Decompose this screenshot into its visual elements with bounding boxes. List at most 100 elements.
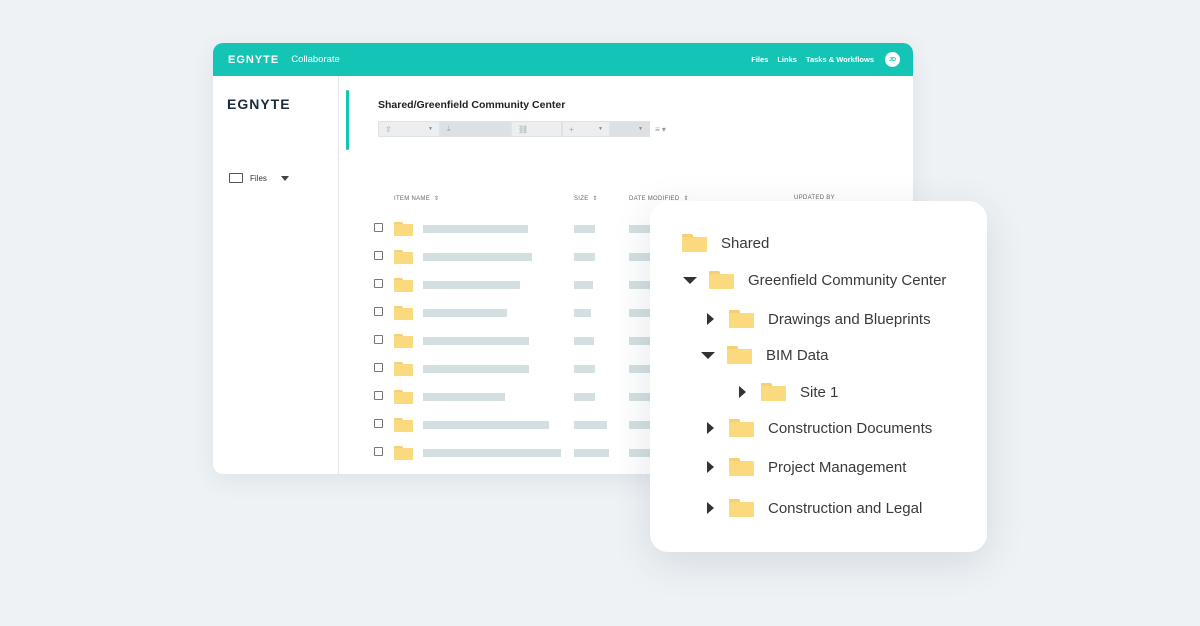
tree-item[interactable]: Shared bbox=[682, 231, 769, 255]
expand-arrow-down-icon[interactable] bbox=[701, 348, 715, 362]
item-name-placeholder bbox=[423, 393, 505, 401]
tree-item-label: Greenfield Community Center bbox=[748, 271, 947, 289]
sort-icon: ⇕ bbox=[434, 196, 440, 202]
row-checkbox[interactable] bbox=[374, 279, 383, 288]
folder-icon bbox=[682, 234, 707, 252]
top-nav: Files Links Tasks & Workflows JD bbox=[751, 52, 900, 67]
item-name-placeholder bbox=[423, 225, 528, 233]
folder-icon bbox=[394, 222, 413, 236]
size-placeholder bbox=[574, 449, 609, 457]
folder-icon bbox=[394, 306, 413, 320]
folder-icon bbox=[727, 346, 752, 364]
sidebar-logo: EGNYTE bbox=[227, 96, 291, 112]
sidebar-item-files[interactable]: Files bbox=[229, 173, 289, 183]
expand-arrow-right-icon[interactable] bbox=[703, 501, 717, 515]
upload-button[interactable]: ⇪ ▼ bbox=[378, 121, 440, 137]
expand-arrow-right-icon[interactable] bbox=[703, 460, 717, 474]
row-checkbox[interactable] bbox=[374, 223, 383, 232]
nav-links[interactable]: Links bbox=[777, 55, 797, 64]
expand-arrow-right-icon[interactable] bbox=[703, 421, 717, 435]
link-button[interactable]: ⛓ bbox=[511, 121, 562, 137]
folder-icon bbox=[729, 310, 754, 328]
item-name-placeholder bbox=[423, 253, 532, 261]
tree-item[interactable]: Construction Documents bbox=[703, 416, 932, 440]
top-bar: EGNYTE Collaborate Files Links Tasks & W… bbox=[213, 43, 913, 76]
size-placeholder bbox=[574, 393, 595, 401]
chevron-down-icon: ▼ bbox=[598, 126, 603, 132]
size-placeholder bbox=[574, 253, 595, 261]
sidebar-item-label: Files bbox=[250, 173, 267, 183]
item-name-placeholder bbox=[423, 449, 561, 457]
row-checkbox[interactable] bbox=[374, 307, 383, 316]
folder-icon bbox=[394, 334, 413, 348]
tree-item-label: BIM Data bbox=[766, 346, 829, 364]
plus-icon: + bbox=[569, 124, 574, 134]
nav-tasks-workflows[interactable]: Tasks & Workflows bbox=[806, 55, 874, 64]
list-view-icon[interactable]: ≡ ▾ bbox=[655, 125, 666, 134]
folder-icon bbox=[229, 173, 243, 183]
size-placeholder bbox=[574, 309, 591, 317]
row-checkbox[interactable] bbox=[374, 419, 383, 428]
size-placeholder bbox=[574, 281, 593, 289]
row-checkbox[interactable] bbox=[374, 363, 383, 372]
app-name[interactable]: Collaborate bbox=[291, 54, 340, 65]
folder-icon bbox=[394, 278, 413, 292]
folder-icon bbox=[394, 362, 413, 376]
toolbar: ⇪ ▼ ⤓ ⛓ + ▼ ▼ ≡ ▾ bbox=[378, 121, 666, 137]
tree-item-label: Drawings and Blueprints bbox=[768, 310, 931, 328]
tree-item-label: Construction Documents bbox=[768, 419, 933, 437]
folder-icon bbox=[729, 419, 754, 437]
tree-item-label: Project Management bbox=[768, 458, 907, 476]
expand-arrow-right-icon[interactable] bbox=[735, 385, 749, 399]
folder-icon bbox=[394, 250, 413, 264]
folder-icon bbox=[394, 446, 413, 460]
item-name-placeholder bbox=[423, 281, 520, 289]
size-placeholder bbox=[574, 337, 594, 345]
upload-icon: ⇪ bbox=[385, 124, 392, 134]
item-name-placeholder bbox=[423, 365, 529, 373]
folder-icon bbox=[761, 383, 786, 401]
link-icon: ⛓ bbox=[518, 124, 529, 134]
sort-icon: ⇕ bbox=[592, 196, 598, 202]
size-placeholder bbox=[574, 365, 595, 373]
item-name-placeholder bbox=[423, 421, 549, 429]
column-header-size[interactable]: SIZE ⇕ bbox=[574, 195, 598, 202]
tree-item-label: Shared bbox=[721, 234, 770, 252]
expand-arrow-down-icon[interactable] bbox=[683, 273, 697, 287]
folder-icon bbox=[729, 458, 754, 476]
folder-tree-panel: Shared Greenfield Community Center Drawing… bbox=[650, 201, 987, 552]
active-indicator bbox=[346, 90, 349, 150]
tree-item[interactable]: Greenfield Community Center bbox=[683, 268, 946, 292]
row-checkbox[interactable] bbox=[374, 447, 383, 456]
size-placeholder bbox=[574, 421, 607, 429]
folder-icon bbox=[394, 390, 413, 404]
tree-item-label: Construction and Legal bbox=[768, 499, 923, 517]
item-name-placeholder bbox=[423, 337, 529, 345]
row-checkbox[interactable] bbox=[374, 251, 383, 260]
brand-logo: EGNYTE bbox=[228, 53, 280, 66]
size-placeholder bbox=[574, 225, 595, 233]
tree-item[interactable]: BIM Data bbox=[701, 343, 829, 367]
item-name-placeholder bbox=[423, 309, 507, 317]
chevron-down-icon: ▼ bbox=[638, 126, 643, 132]
sidebar: EGNYTE Files bbox=[213, 76, 339, 474]
column-header-item-name[interactable]: ITEM NAME ⇕ bbox=[394, 195, 439, 202]
tree-item[interactable]: Site 1 bbox=[735, 380, 838, 404]
row-checkbox[interactable] bbox=[374, 391, 383, 400]
tree-item-label: Site 1 bbox=[800, 383, 839, 401]
folder-icon bbox=[394, 418, 413, 432]
chevron-down-icon: ▼ bbox=[428, 126, 433, 132]
avatar[interactable]: JD bbox=[885, 52, 900, 67]
tree-item[interactable]: Construction and Legal bbox=[703, 496, 922, 520]
nav-files[interactable]: Files bbox=[751, 55, 768, 64]
more-actions-button[interactable]: ▼ bbox=[610, 121, 650, 137]
breadcrumb: Shared/Greenfield Community Center bbox=[378, 99, 566, 111]
download-button[interactable]: ⤓ bbox=[440, 121, 511, 137]
download-icon: ⤓ bbox=[447, 124, 451, 133]
add-button[interactable]: + ▼ bbox=[562, 121, 610, 137]
tree-item[interactable]: Project Management bbox=[703, 455, 906, 479]
chevron-down-icon[interactable] bbox=[280, 175, 289, 181]
tree-item[interactable]: Drawings and Blueprints bbox=[703, 307, 931, 331]
expand-arrow-right-icon[interactable] bbox=[703, 312, 717, 326]
row-checkbox[interactable] bbox=[374, 335, 383, 344]
